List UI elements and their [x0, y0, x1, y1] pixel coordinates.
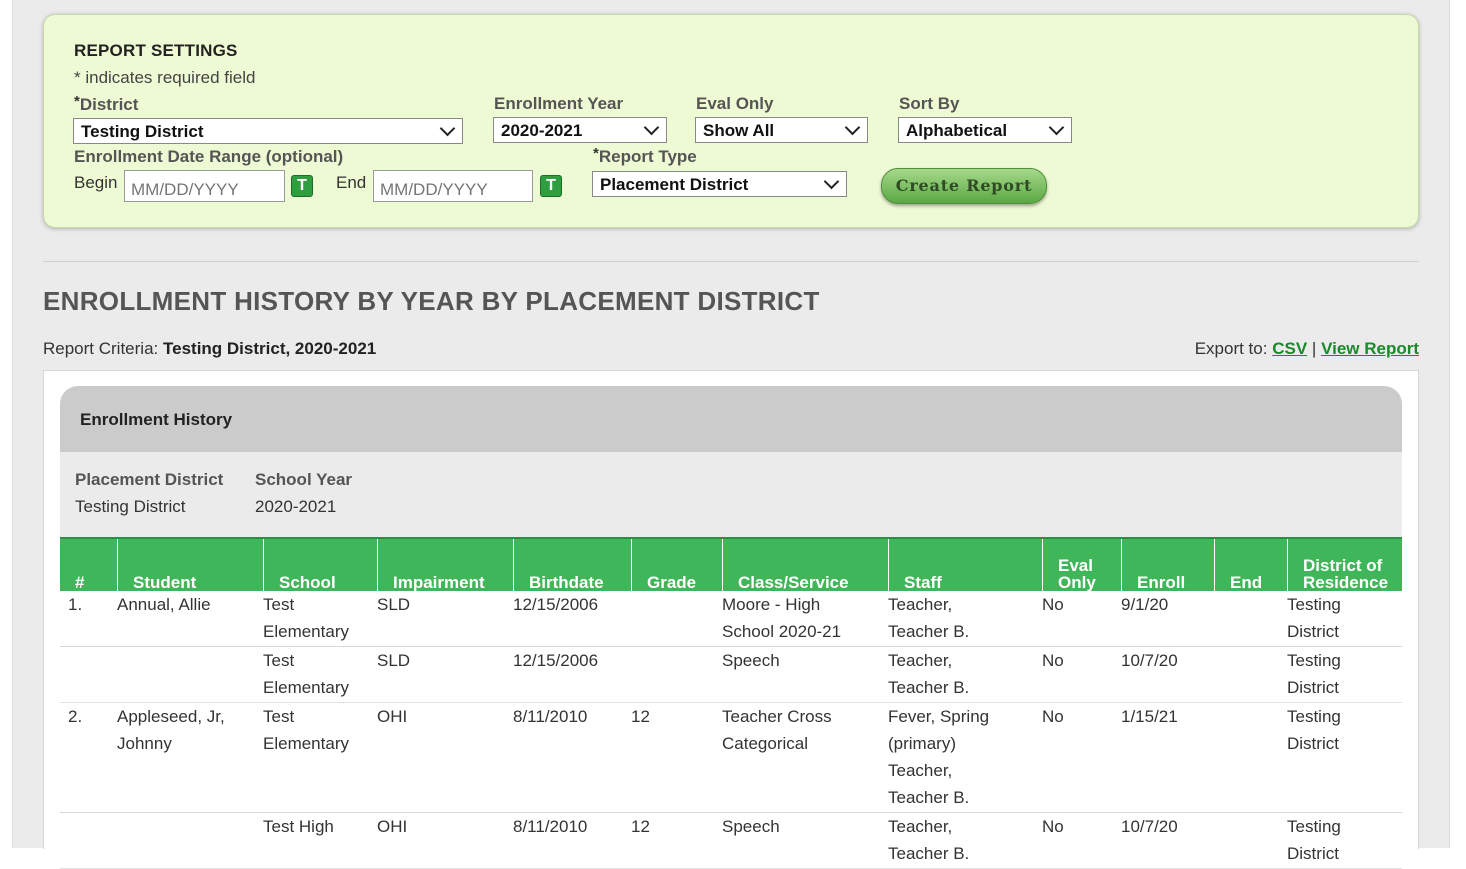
divider — [43, 261, 1419, 262]
table-cell: Testing District — [1287, 817, 1341, 863]
eval-only-select[interactable]: Show All — [695, 117, 868, 143]
district-select[interactable]: Testing District — [73, 118, 463, 144]
table-cell: 12 — [631, 707, 650, 726]
table-cell: No — [1042, 707, 1064, 726]
table-cell: 10/7/20 — [1121, 651, 1178, 670]
table-cell: Fever, Spring (primary) Teacher, Teacher… — [888, 707, 990, 807]
enrollment-table: # Student School Impairment Birthdate Grade Cl… — [60, 537, 1402, 869]
end-date-input[interactable] — [373, 170, 533, 202]
required-note: * indicates required field — [74, 68, 256, 87]
table-cell: SLD — [377, 651, 411, 670]
table-cell: Test High — [263, 817, 334, 836]
table-cell: Test Elementary — [263, 595, 349, 641]
table-cell: 8/11/2010 — [513, 707, 588, 726]
table-cell: 1. — [68, 595, 83, 614]
table-body: 1. Annual, Allie Test Elementary SLD 12/15/2… — [60, 591, 1402, 869]
table-cell: Speech — [722, 651, 780, 670]
table-cell: 2. — [68, 707, 83, 726]
chevron-down-icon — [439, 120, 456, 137]
table-cell: 10/7/20 — [1121, 817, 1178, 836]
chevron-down-icon — [823, 173, 840, 190]
report-settings-panel: REPORT SETTINGS * indicates required fie… — [43, 14, 1419, 228]
table-cell: 12/15/2006 — [513, 651, 599, 670]
column-header: Staff — [888, 539, 1042, 591]
export-csv-link[interactable]: CSV — [1272, 339, 1307, 358]
table-row: Test Elementary SLD 12/15/2006 Speech Teache… — [60, 647, 1402, 703]
begin-date-input[interactable] — [124, 170, 285, 202]
report-box: Enrollment History Placement District Te… — [43, 370, 1419, 869]
column-header: School — [263, 539, 377, 591]
district-label: *District — [74, 93, 139, 114]
table-cell: Test Elementary — [263, 651, 349, 697]
table-cell: Speech — [722, 817, 780, 836]
column-header: Eval Only — [1042, 539, 1121, 591]
table-row: 1. Annual, Allie Test Elementary SLD 12/15/2… — [60, 591, 1402, 647]
enrollment-year-label: Enrollment Year — [494, 94, 624, 113]
end-label: End — [336, 173, 367, 192]
report-meta: Placement District Testing District Scho… — [60, 452, 1402, 538]
date-range-label: Enrollment Date Range (optional) — [74, 147, 344, 166]
chevron-down-icon — [643, 119, 660, 136]
calendar-today-button[interactable]: T — [540, 175, 562, 197]
column-header: End — [1214, 539, 1287, 591]
table-cell: Testing District — [1287, 707, 1341, 753]
sort-by-select[interactable]: Alphabetical — [898, 117, 1072, 143]
table-cell: Teacher Cross Categorical — [722, 707, 832, 753]
export-links: Export to: CSV | View Report — [1194, 339, 1419, 358]
sort-by-label: Sort By — [899, 94, 960, 113]
table-cell: Test Elementary — [263, 707, 349, 753]
page: REPORT SETTINGS * indicates required fie… — [12, 0, 1450, 869]
table-cell: 1/15/21 — [1121, 707, 1178, 726]
table-cell: OHI — [377, 707, 408, 726]
table-cell: Teacher, Teacher B. — [888, 595, 970, 641]
report-type-select[interactable]: Placement District — [592, 171, 847, 197]
section-title: Enrollment History — [80, 410, 233, 429]
table-cell: Teacher, Teacher B. — [888, 651, 970, 697]
begin-label: Begin — [74, 173, 118, 192]
table-cell: Moore - High School 2020-21 — [722, 595, 842, 641]
table-cell: 8/11/2010 — [513, 817, 588, 836]
view-report-link[interactable]: View Report — [1321, 339, 1419, 358]
table-cell: 12 — [631, 817, 650, 836]
chevron-down-icon — [844, 119, 861, 136]
report-type-label: *Report Type — [593, 145, 697, 166]
table-cell: 9/1/20 — [1121, 595, 1169, 614]
column-header: Student — [117, 539, 263, 591]
table-cell: Appleseed, Jr, Johnny — [117, 707, 225, 753]
school-year-label: School Year — [255, 470, 353, 489]
table-cell: No — [1042, 651, 1064, 670]
column-header: Enroll — [1121, 539, 1214, 591]
report-criteria: Report Criteria: Testing District, 2020-… — [43, 339, 377, 358]
column-header: Grade — [631, 539, 722, 591]
report-title: ENROLLMENT HISTORY BY YEAR BY PLACEMENT … — [43, 286, 820, 316]
placement-district-value: Testing District — [75, 497, 186, 516]
table-cell: No — [1042, 595, 1064, 614]
table-cell: 12/15/2006 — [513, 595, 599, 614]
table-cell: No — [1042, 817, 1064, 836]
placement-district-label: Placement District — [75, 470, 224, 489]
school-year-value: 2020-2021 — [255, 497, 337, 516]
table-cell: OHI — [377, 817, 408, 836]
create-report-button[interactable]: Create Report — [881, 168, 1047, 204]
chevron-down-icon — [1048, 119, 1065, 136]
settings-title: REPORT SETTINGS — [74, 41, 238, 60]
table-row: 2. Appleseed, Jr, Johnny Test Elementary OH… — [60, 703, 1402, 813]
column-header: # — [75, 573, 85, 592]
column-header: Birthdate — [513, 539, 631, 591]
section-header: Enrollment History — [60, 386, 1402, 452]
enrollment-year-select[interactable]: 2020-2021 — [493, 117, 667, 143]
table-row: Test High OHI 8/11/2010 12 Speech Teacher, Te… — [60, 813, 1402, 869]
table-header: # Student School Impairment Birthdate Grade Cl… — [60, 537, 1402, 591]
eval-only-label: Eval Only — [696, 94, 774, 113]
column-header: District of Residence — [1287, 539, 1402, 591]
calendar-today-button[interactable]: T — [291, 175, 313, 197]
table-cell: Testing District — [1287, 595, 1341, 641]
column-header: Class/Service — [722, 539, 888, 591]
table-cell: Testing District — [1287, 651, 1341, 697]
table-cell: SLD — [377, 595, 411, 614]
column-header: Impairment — [377, 539, 513, 591]
table-cell: Annual, Allie — [117, 595, 211, 614]
table-cell: Teacher, Teacher B. — [888, 817, 970, 863]
